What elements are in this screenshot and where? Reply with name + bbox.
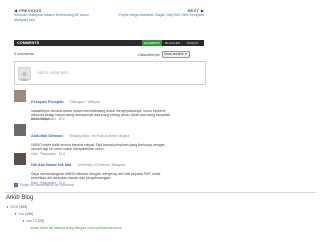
sort-label: Classified per: [138, 52, 160, 57]
previous-post-nav[interactable]: ◀ PREVIOUS Sebutan Malaysia baharu berba…: [14, 8, 104, 22]
tab-facebook[interactable]: FACEBOOK: [142, 40, 162, 46]
avatar[interactable]: [14, 124, 26, 136]
comments-header-bar: COMMENTS FACEBOOK BLOGGER DISQUS: [14, 40, 204, 46]
sort-dropdown[interactable]: Most ancient ▼: [161, 51, 190, 58]
archive-year-row[interactable]: ▼ 2018 (493): [6, 205, 27, 209]
comment-input[interactable]: Add a comment...: [37, 70, 71, 75]
chevron-down-icon: ▼: [184, 52, 188, 56]
comment-author[interactable]: Abdullah Othman: [31, 134, 63, 138]
facebook-plugin-link[interactable]: Plugin de comentarios de Facebook: [20, 183, 74, 187]
collapse-toggle-icon[interactable]: ▼: [22, 219, 25, 223]
archive-year-link[interactable]: 2018: [10, 205, 18, 209]
sort-dropdown-value: Most ancient: [164, 52, 184, 56]
tab-disqus[interactable]: DISQUS: [183, 40, 202, 46]
avatar[interactable]: [14, 90, 26, 102]
divider: [4, 192, 316, 193]
avatar: [18, 67, 31, 81]
archive-day-link[interactable]: Jun 13: [26, 219, 37, 223]
archive-post-link[interactable]: Ismail Sabri tak bekerja tetap dengan um…: [30, 226, 121, 230]
comment-actions[interactable]: Gaik · Respondin · 11 d: [31, 117, 64, 121]
tab-blogger[interactable]: BLOGGER: [163, 40, 182, 46]
archive-month-link[interactable]: Jun: [18, 212, 24, 216]
comment-count: 0 comments: [14, 52, 34, 56]
avatar[interactable]: [14, 153, 26, 165]
comment-text: rasuah lagi ke umno untuk menyalahkan um…: [31, 147, 105, 152]
comment-text: bersihkan diri daripada rasuah dan penye…: [31, 176, 112, 181]
comment-meta: · University of Science, Malaysia: [75, 163, 125, 167]
archive-year-count: (493): [18, 205, 28, 209]
user-silhouette-icon: [20, 71, 29, 81]
collapse-toggle-icon[interactable]: ▼: [14, 212, 17, 216]
next-post-title[interactable]: Projek Mega Mahathir Gagal, Gaji Duit Ol…: [116, 13, 205, 18]
add-comment-box[interactable]: Add a comment...: [14, 61, 206, 85]
comment-author[interactable]: Pesopah Pesopah: [31, 100, 64, 104]
archive-month-row[interactable]: ▼ Jun (196): [14, 212, 33, 216]
sort-control: Classified per Most ancient ▼: [138, 51, 190, 58]
comment-meta: · Ditangani · Wilayah: [68, 100, 100, 104]
collapse-toggle-icon[interactable]: ▼: [6, 205, 9, 209]
archive-month-count: (196): [24, 212, 34, 216]
facebook-icon: f: [14, 183, 18, 187]
comment-meta: · Tahaing kella · en Pant Anareah Negara: [67, 134, 130, 138]
previous-post-title-cont[interactable]: Malaysia lalu: [14, 18, 104, 23]
comment-author[interactable]: Nik Abu Bakar Nik Mat: [31, 163, 71, 167]
archive-day-count: (20): [37, 219, 45, 223]
comments-title: COMMENTS: [17, 40, 40, 45]
next-post-nav[interactable]: NEXT ▶ Projek Mega Mahathir Gagal, Gaji …: [116, 8, 205, 18]
facebook-plugin-footer[interactable]: f Plugin de comentarios de Facebook: [14, 183, 74, 187]
archive-title: Arkib Blog: [6, 195, 34, 201]
archive-day-row[interactable]: ▼ Jun 13 (20): [22, 219, 44, 223]
